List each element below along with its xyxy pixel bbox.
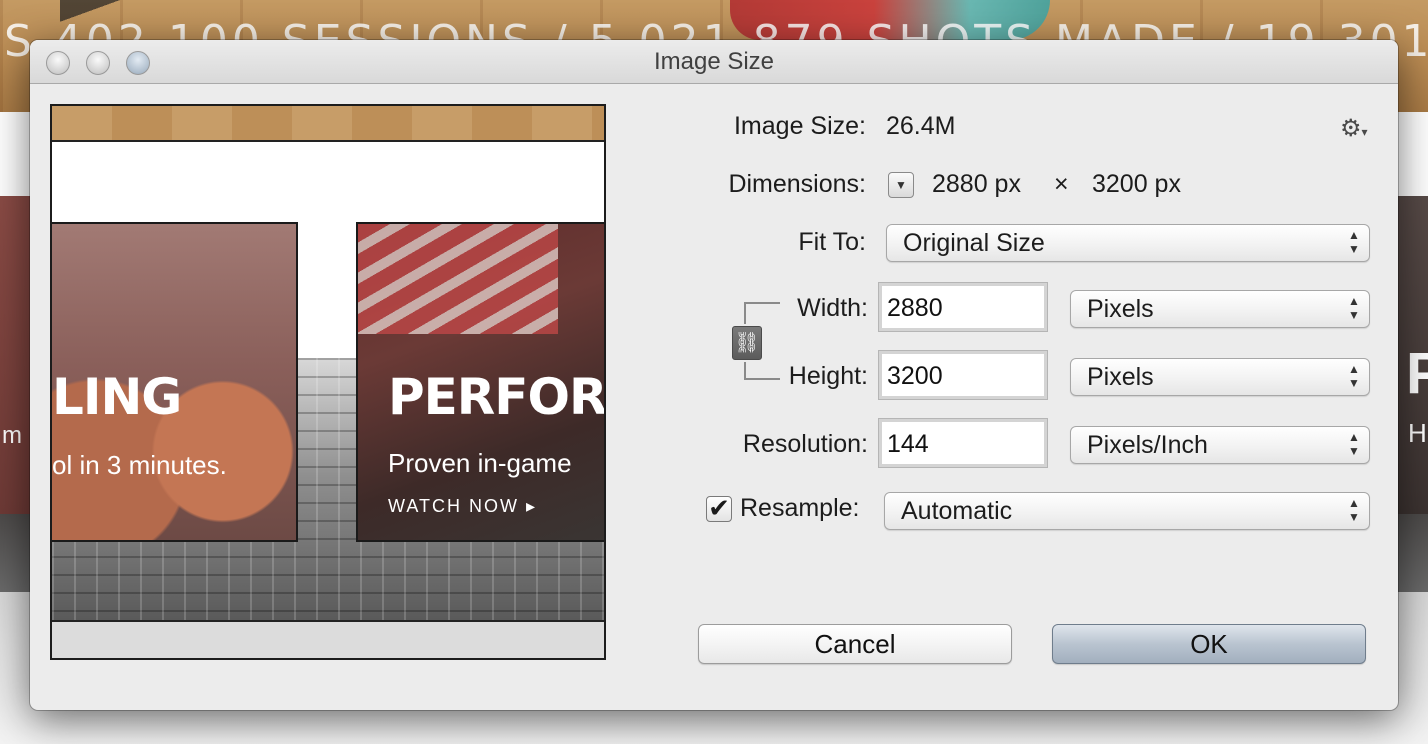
image-size-label: Image Size: — [733, 112, 866, 140]
background-right-title: P — [1406, 341, 1428, 406]
height-field[interactable]: 3200 — [878, 350, 1048, 400]
preview-card-right-title: PERFORM — [388, 368, 606, 426]
preview-card-right-link: WATCH NOW ▸ — [388, 496, 538, 516]
chain-link-icon[interactable]: ⛓ — [732, 326, 762, 360]
resolution-unit-select[interactable]: Pixels/Inch ▲ ▼ — [1070, 426, 1370, 464]
window-title: Image Size — [653, 48, 775, 75]
preview-wood-strip — [52, 106, 604, 142]
width-value: 2880 — [887, 294, 943, 322]
width-unit-select[interactable]: Pixels ▲ ▼ — [1070, 290, 1370, 328]
gear-icon[interactable]: ⚙▾ — [1340, 114, 1368, 143]
resample-value: Automatic — [901, 497, 1013, 525]
up-down-arrows-icon: ▲ ▼ — [1348, 430, 1360, 458]
preview-card-left: LING ol in 3 minutes. — [52, 222, 298, 542]
cancel-button[interactable]: Cancel — [698, 624, 1012, 664]
resample-label: Resample: — [740, 494, 860, 522]
height-value: 3200 — [887, 362, 943, 390]
image-size-dialog: Image Size LING ol in 3 minutes. PERFORM… — [30, 40, 1398, 710]
checkmark-icon: ✔ — [708, 493, 730, 523]
dimensions-height: 3200 px — [1092, 170, 1181, 198]
width-label: Width: — [797, 294, 868, 322]
resolution-unit-value: Pixels/Inch — [1087, 431, 1208, 459]
height-label: Height: — [788, 362, 868, 390]
image-size-value: 26.4M — [886, 112, 956, 140]
resample-select[interactable]: Automatic ▲ ▼ — [884, 492, 1370, 530]
background-left-text: m — [2, 422, 22, 449]
ok-button[interactable]: OK — [1052, 624, 1366, 664]
resolution-label: Resolution: — [742, 430, 868, 458]
height-unit-select[interactable]: Pixels ▲ ▼ — [1070, 358, 1370, 396]
background-right-sub: H — [1408, 418, 1427, 448]
fit-to-label: Fit To: — [798, 228, 866, 256]
triangle-down-icon[interactable]: ▼ — [888, 172, 914, 198]
preview-card-left-title: LING — [52, 368, 182, 426]
title-bar[interactable]: Image Size — [30, 40, 1398, 84]
preview-bottom-strip — [52, 620, 604, 658]
resolution-value: 144 — [887, 430, 929, 458]
up-down-arrows-icon: ▲ ▼ — [1348, 228, 1360, 256]
image-preview[interactable]: LING ol in 3 minutes. PERFORM Proven in-… — [50, 104, 606, 660]
dimensions-width: 2880 px — [932, 170, 1021, 198]
preview-card-right: PERFORM Proven in-game WATCH NOW ▸ — [356, 222, 606, 542]
resample-checkbox[interactable]: ✔ — [706, 493, 732, 523]
up-down-arrows-icon: ▲ ▼ — [1348, 362, 1360, 390]
resolution-field[interactable]: 144 — [878, 418, 1048, 468]
fit-to-select[interactable]: Original Size ▲ ▼ — [886, 224, 1370, 262]
preview-card-left-sub: ol in 3 minutes. — [52, 450, 227, 480]
dimensions-label: Dimensions: — [728, 170, 866, 198]
fit-to-value: Original Size — [903, 229, 1045, 257]
width-field[interactable]: 2880 — [878, 282, 1048, 332]
preview-card-right-sub: Proven in-game — [388, 448, 572, 478]
up-down-arrows-icon: ▲ ▼ — [1348, 496, 1360, 524]
dimensions-times: × — [1054, 170, 1069, 198]
height-unit-value: Pixels — [1087, 363, 1154, 391]
up-down-arrows-icon: ▲ ▼ — [1348, 294, 1360, 322]
width-unit-value: Pixels — [1087, 295, 1154, 323]
